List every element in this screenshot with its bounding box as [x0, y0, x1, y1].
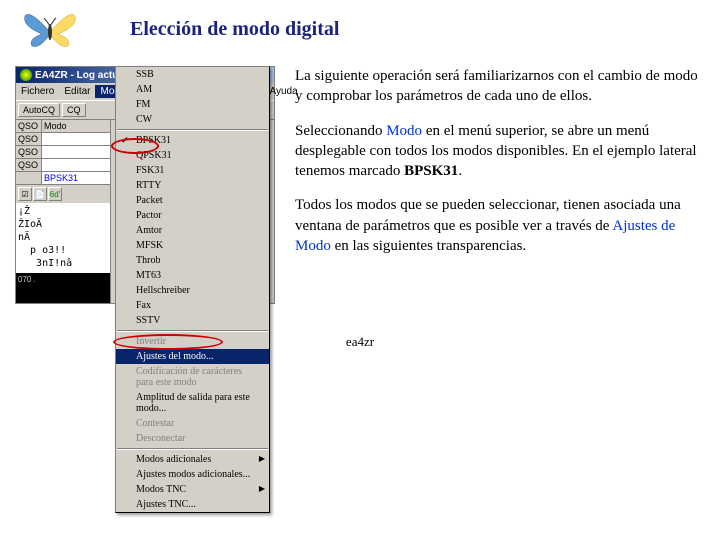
- paragraph-2: Seleccionando Modo en el menú superior, …: [295, 121, 705, 182]
- menu-item-pactor[interactable]: Pactor: [116, 208, 269, 223]
- qso-header: Modo: [42, 120, 110, 132]
- menu-item-ssb[interactable]: SSB: [116, 67, 269, 82]
- autocq-button[interactable]: AutoCQ: [18, 103, 60, 117]
- paragraph-1: La siguiente operación será familiarizar…: [295, 66, 705, 107]
- menu-separator: [117, 448, 268, 450]
- menu-item-mfsk[interactable]: MFSK: [116, 238, 269, 253]
- menu-item-desconectar: Desconectar: [116, 431, 269, 446]
- paragraph-3: Todos los modos que se pueden selecciona…: [295, 195, 705, 256]
- qso-cell[interactable]: [42, 159, 110, 171]
- waterfall-display: 070 .: [16, 273, 110, 303]
- check-icon: ✔: [121, 135, 129, 146]
- menu-item-codificacion: Codificación de carácteres para este mod…: [116, 364, 269, 390]
- footer-callsign: ea4zr: [0, 334, 720, 350]
- page-title: Elección de modo digital: [130, 18, 339, 41]
- qso-label: QSO: [16, 120, 42, 132]
- menu-item-modos-tnc[interactable]: Modos TNC▶: [116, 482, 269, 497]
- menu-separator: [117, 129, 268, 131]
- menu-item-fsk31[interactable]: FSK31: [116, 163, 269, 178]
- menu-fichero[interactable]: Fichero: [16, 85, 59, 98]
- menu-item-modos-adicionales[interactable]: Modos adicionales▶: [116, 452, 269, 467]
- menu-item-sstv[interactable]: SSTV: [116, 313, 269, 328]
- small-button[interactable]: ☑: [18, 187, 32, 201]
- menu-item-hellschreiber[interactable]: Hellschreiber: [116, 283, 269, 298]
- small-button[interactable]: 6d': [48, 187, 62, 201]
- menu-item-mt63[interactable]: MT63: [116, 268, 269, 283]
- menu-item-amplitud[interactable]: Amplitud de salida para este modo...: [116, 390, 269, 416]
- menu-editar[interactable]: Editar: [59, 85, 95, 98]
- qso-label: QSO: [16, 146, 42, 158]
- highlight-bpsk31: BPSK31: [404, 163, 458, 179]
- menu-item-amtor[interactable]: Amtor: [116, 223, 269, 238]
- menu-item-rtty[interactable]: RTTY: [116, 178, 269, 193]
- app-screenshot: EA4ZR - Log actual: MixW2.log - MixW Fic…: [15, 66, 275, 304]
- cq-button[interactable]: CQ: [62, 103, 86, 117]
- menu-item-am[interactable]: AM: [116, 82, 269, 97]
- submenu-arrow-icon: ▶: [259, 484, 265, 493]
- qso-label: QSO: [16, 159, 42, 171]
- menu-item-ajustes-modo[interactable]: Ajustes del modo...: [116, 349, 269, 364]
- qso-label: [16, 172, 42, 184]
- highlight-modo: Modo: [386, 123, 422, 139]
- menu-item-packet[interactable]: Packet: [116, 193, 269, 208]
- menu-item-contestar: Contestar: [116, 416, 269, 431]
- menu-separator: [117, 330, 268, 332]
- app-icon: [20, 69, 32, 81]
- decode-text-pane: ¡Ž ŽIoÄ nÄ p o3!! 3nI!nâ: [16, 203, 110, 273]
- menu-item-invertir: Invertir: [116, 334, 269, 349]
- qso-label: QSO: [16, 133, 42, 145]
- submenu-arrow-icon: ▶: [259, 454, 265, 463]
- explanatory-text: La siguiente operación será familiarizar…: [295, 66, 705, 304]
- left-column: QSOModo QSO QSO QSO BPSK31 ☑ 📄 6d' ¡Ž ŽI…: [16, 120, 111, 303]
- menu-item-qpsk31[interactable]: QPSK31: [116, 148, 269, 163]
- menu-ayuda[interactable]: Ayuda: [264, 85, 302, 98]
- menu-item-fm[interactable]: FM: [116, 97, 269, 112]
- butterfly-logo: [20, 4, 80, 54]
- mode-cell[interactable]: BPSK31: [42, 172, 110, 184]
- menu-item-fax[interactable]: Fax: [116, 298, 269, 313]
- menu-item-ajustes-adicionales[interactable]: Ajustes modos adicionales...: [116, 467, 269, 482]
- menu-item-ajustes-tnc[interactable]: Ajustes TNC...: [116, 497, 269, 512]
- menu-item-bpsk31[interactable]: ✔BPSK31: [116, 133, 269, 148]
- menu-item-throb[interactable]: Throb: [116, 253, 269, 268]
- menu-item-cw[interactable]: CW: [116, 112, 269, 127]
- qso-cell[interactable]: [42, 146, 110, 158]
- small-button[interactable]: 📄: [33, 187, 47, 201]
- qso-cell[interactable]: [42, 133, 110, 145]
- mode-dropdown-menu: SSB AM FM CW ✔BPSK31 QPSK31 FSK31 RTTY P…: [115, 66, 270, 513]
